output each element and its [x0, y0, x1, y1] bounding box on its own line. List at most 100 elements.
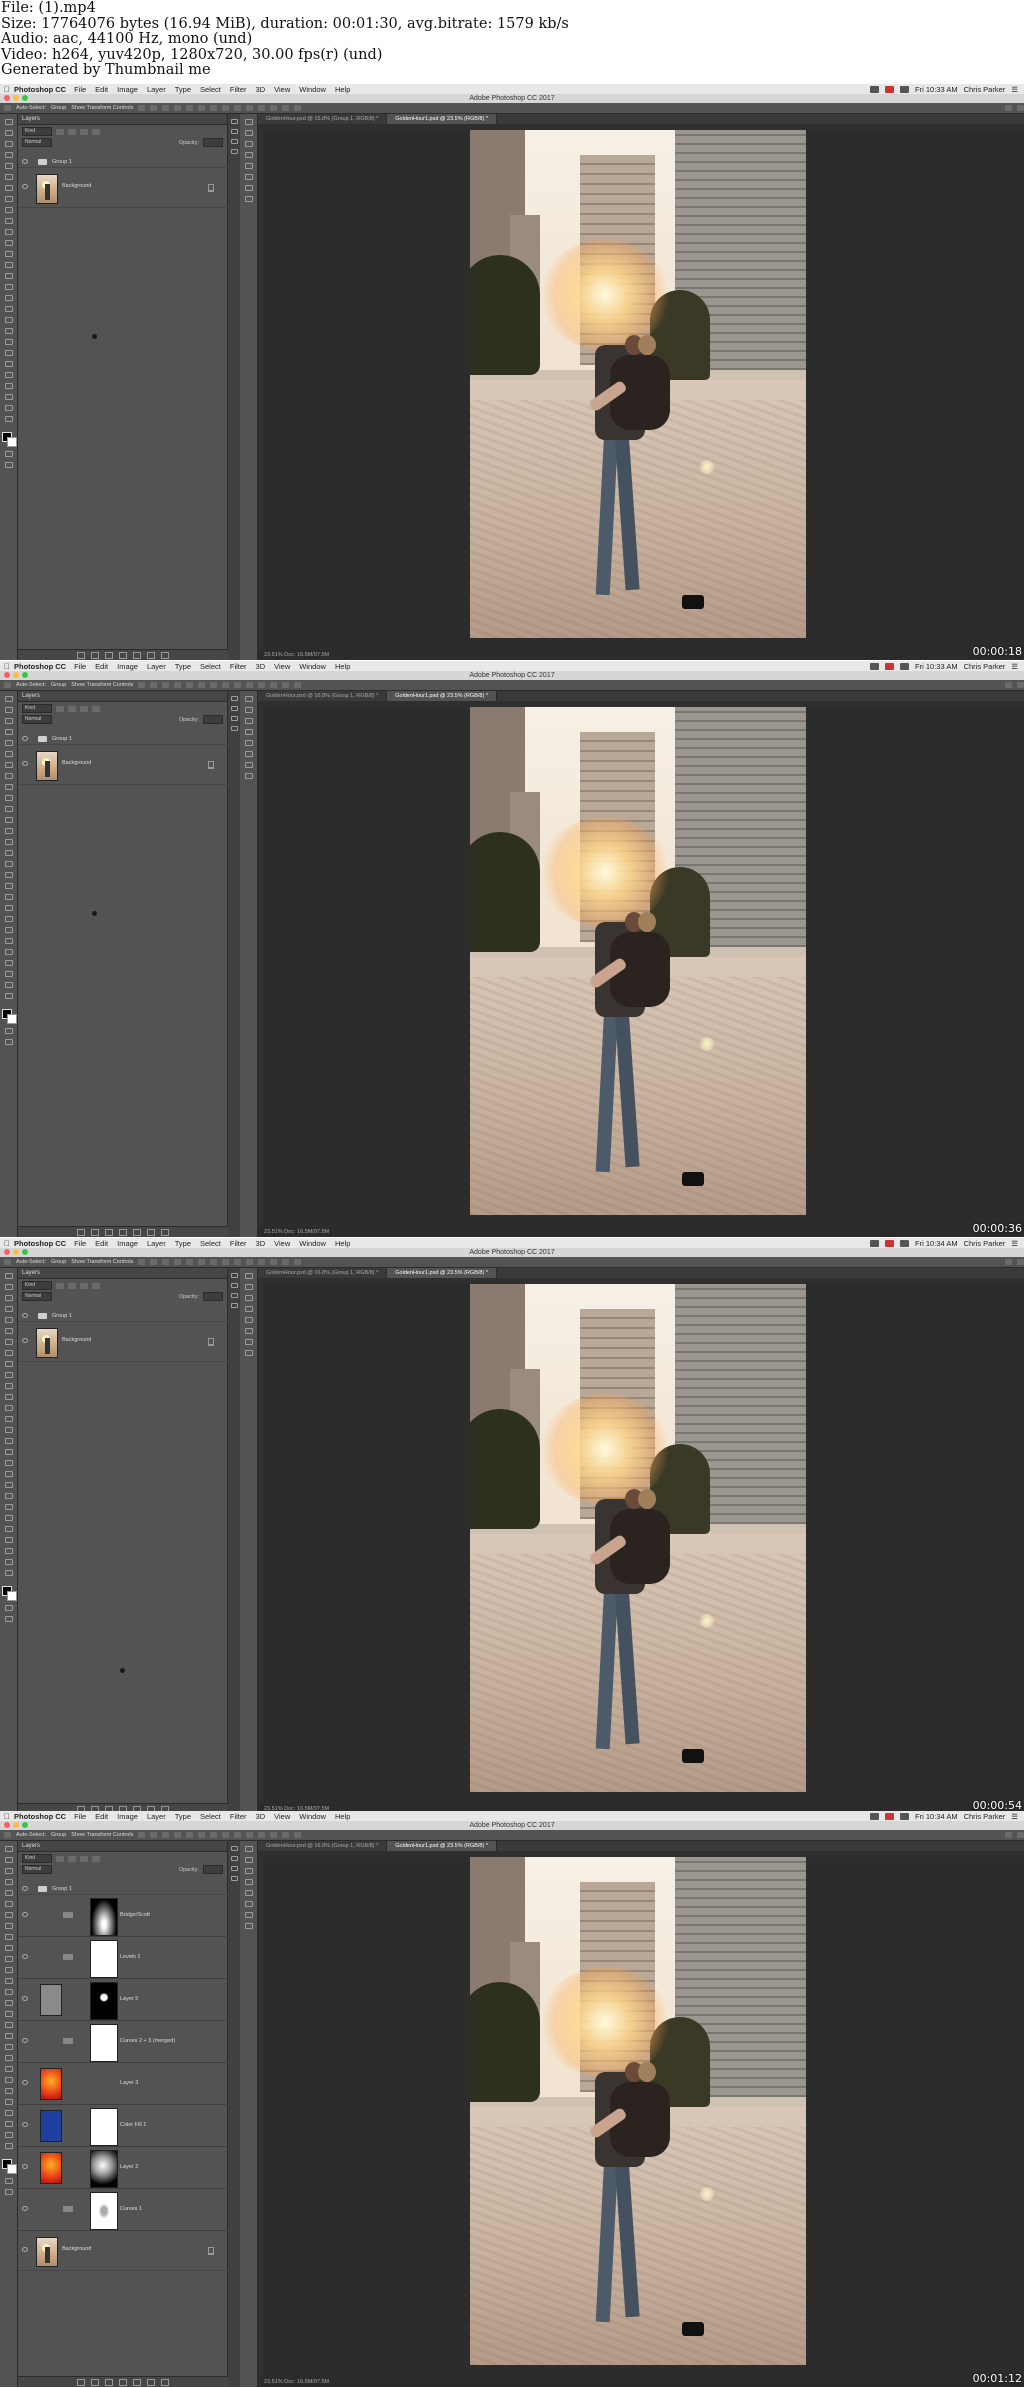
background-color[interactable]: [6, 1014, 17, 1024]
menu-list-icon[interactable]: ☰: [1011, 662, 1018, 671]
layer-name[interactable]: Group 1: [52, 736, 72, 742]
tool-icon[interactable]: [4, 306, 13, 312]
panel-icon[interactable]: [230, 706, 238, 711]
tool-icon[interactable]: [4, 328, 13, 334]
status-icon[interactable]: [900, 662, 910, 670]
layer-mask-thumbnail[interactable]: [90, 2108, 118, 2146]
menu-item[interactable]: View: [274, 1239, 290, 1248]
tool-icon[interactable]: [4, 152, 13, 158]
menu-item[interactable]: 3D: [256, 1239, 266, 1248]
align-icon[interactable]: [138, 1832, 146, 1838]
search-icon[interactable]: [1005, 682, 1012, 688]
filter-pixel-icon[interactable]: [56, 1282, 64, 1289]
document-tab[interactable]: GoldenHour1.psd @ 23.5% (RGB/8) *: [387, 1841, 497, 1851]
tool-icon[interactable]: [4, 372, 13, 378]
user-name[interactable]: Chris Parker: [964, 1239, 1006, 1248]
tool-icon[interactable]: [4, 1383, 13, 1389]
panel-icon[interactable]: [244, 1879, 253, 1885]
new-group-icon[interactable]: [133, 1228, 141, 1236]
opacity-field[interactable]: [203, 1865, 223, 1874]
panel-icon[interactable]: [244, 1912, 253, 1918]
screen-mode-icon[interactable]: [4, 1616, 13, 1622]
align-icon[interactable]: [162, 682, 170, 688]
menu-item[interactable]: Image: [117, 1812, 138, 1821]
auto-select-checkbox[interactable]: Auto-Select:: [16, 682, 46, 688]
panel-icon[interactable]: [244, 196, 253, 202]
kind-filter[interactable]: Kind: [22, 1281, 52, 1290]
layer-name[interactable]: Group 1: [52, 1886, 72, 1892]
panel-icon[interactable]: [244, 1868, 253, 1874]
search-icon[interactable]: [1005, 1259, 1012, 1265]
tool-icon[interactable]: [4, 1416, 13, 1422]
workspace-icon[interactable]: [1017, 682, 1024, 688]
tool-icon[interactable]: [4, 718, 13, 724]
panel-icon[interactable]: [230, 726, 238, 731]
status-icon[interactable]: [885, 662, 895, 670]
panel-icon[interactable]: [244, 1306, 253, 1312]
adjustment-layer-icon[interactable]: [119, 1228, 127, 1236]
align-icon[interactable]: [138, 682, 146, 688]
tool-icon[interactable]: [4, 949, 13, 955]
align-icon[interactable]: [282, 1259, 290, 1265]
align-icon[interactable]: [234, 1832, 242, 1838]
menu-item[interactable]: Window: [299, 85, 326, 94]
status-icon[interactable]: [885, 1812, 895, 1820]
menu-item[interactable]: File: [74, 1812, 86, 1821]
background-color[interactable]: [6, 2164, 17, 2174]
clock[interactable]: Fri 10:34 AM: [915, 1812, 958, 1821]
layer-name[interactable]: Background: [62, 183, 91, 189]
tool-icon[interactable]: [4, 262, 13, 268]
clock[interactable]: Fri 10:34 AM: [915, 1239, 958, 1248]
apple-icon[interactable]: : [0, 662, 14, 671]
filter-shape-icon[interactable]: [92, 1855, 100, 1862]
trash-icon[interactable]: [161, 651, 169, 659]
search-icon[interactable]: [1005, 105, 1012, 111]
photo-canvas-image[interactable]: [470, 1284, 806, 1792]
menu-item[interactable]: Edit: [95, 662, 108, 671]
tool-icon[interactable]: [4, 218, 13, 224]
align-icon[interactable]: [282, 1832, 290, 1838]
align-icon[interactable]: [258, 1259, 266, 1265]
blend-mode-select[interactable]: Normal: [22, 715, 52, 724]
align-icon[interactable]: [162, 1832, 170, 1838]
tool-icon[interactable]: [4, 993, 13, 999]
tool-icon[interactable]: [4, 751, 13, 757]
align-icon[interactable]: [186, 682, 194, 688]
visibility-eye-icon[interactable]: [22, 2122, 28, 2127]
document-tab[interactable]: GoldenHour1.psd @ 23.5% (RGB/8) *: [387, 114, 497, 124]
apple-icon[interactable]: : [0, 85, 14, 94]
tool-icon[interactable]: [4, 295, 13, 301]
layers-tab[interactable]: Layers: [18, 691, 227, 702]
zoom-window-button[interactable]: [22, 1822, 28, 1828]
panel-icon[interactable]: [230, 1303, 238, 1308]
tool-icon[interactable]: [4, 284, 13, 290]
tool-icon[interactable]: [4, 784, 13, 790]
tool-icon[interactable]: [4, 1548, 13, 1554]
move-tool-icon[interactable]: [4, 1259, 11, 1265]
visibility-eye-icon[interactable]: [22, 736, 28, 741]
tool-icon[interactable]: [4, 1317, 13, 1323]
tool-icon[interactable]: [4, 1967, 13, 1973]
tool-icon[interactable]: [4, 1339, 13, 1345]
align-icon[interactable]: [270, 105, 278, 111]
panel-icon[interactable]: [244, 1923, 253, 1929]
panel-icon[interactable]: [244, 130, 253, 136]
trash-icon[interactable]: [161, 1228, 169, 1236]
align-icon[interactable]: [258, 1832, 266, 1838]
tool-icon[interactable]: [4, 394, 13, 400]
status-icon[interactable]: [870, 1239, 880, 1247]
tool-icon[interactable]: [4, 762, 13, 768]
align-icon[interactable]: [198, 1832, 206, 1838]
document-canvas[interactable]: [264, 1857, 1024, 2377]
blend-mode-select[interactable]: Normal: [22, 1865, 52, 1874]
move-tool-icon[interactable]: [4, 1832, 11, 1838]
tool-icon[interactable]: [4, 1956, 13, 1962]
filter-pixel-icon[interactable]: [56, 1855, 64, 1862]
visibility-eye-icon[interactable]: [22, 2247, 28, 2252]
document-tab[interactable]: GoldenHour.psd @ 16.8% (Group 1, RGB/8) …: [258, 114, 388, 124]
tool-icon[interactable]: [4, 1934, 13, 1940]
auto-select-target[interactable]: Group: [51, 105, 66, 111]
apple-icon[interactable]: : [0, 1812, 14, 1821]
document-tab[interactable]: GoldenHour.psd @ 16.8% (Group 1, RGB/8) …: [258, 1841, 388, 1851]
show-transform-checkbox[interactable]: Show Transform Controls: [71, 105, 133, 111]
